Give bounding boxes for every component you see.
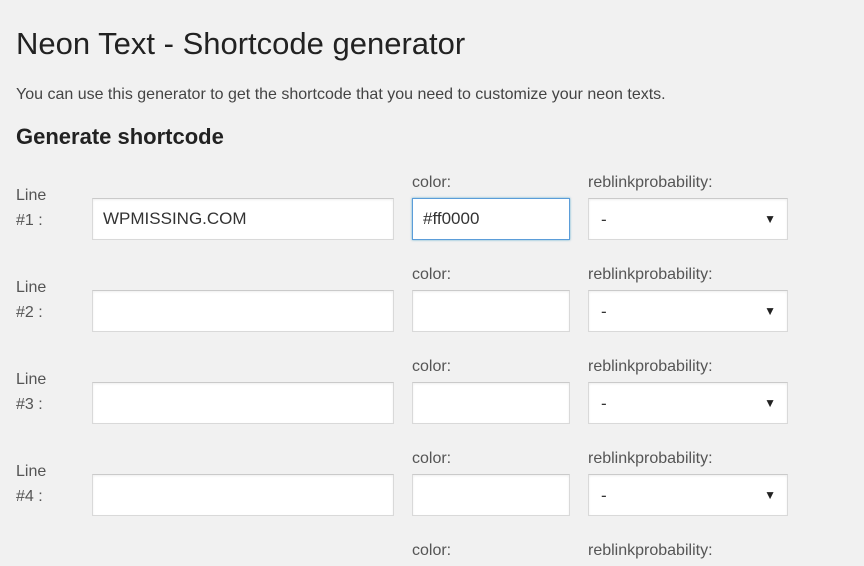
cutoff-row: color: reblinkprobability:: [16, 542, 848, 566]
intro-text: You can use this generator to get the sh…: [16, 86, 848, 104]
reblink-label: reblinkprobability:: [588, 450, 788, 468]
color-label: color:: [412, 174, 570, 192]
reblink-label: reblinkprobability:: [588, 174, 788, 192]
line-label-a: Line: [16, 459, 74, 485]
line-label-a: Line: [16, 275, 74, 301]
color-label: color:: [412, 542, 570, 560]
line-row: Line #4 : color: reblinkprobability: - ▼: [16, 450, 848, 516]
line-label-b: #2 :: [16, 300, 74, 326]
reblink-select[interactable]: -: [588, 382, 788, 424]
reblink-label: reblinkprobability:: [588, 358, 788, 376]
line-label-b: #4 :: [16, 484, 74, 510]
line-label-b: #1 :: [16, 208, 74, 234]
section-title: Generate shortcode: [16, 124, 848, 150]
line-label-b: #3 :: [16, 392, 74, 418]
reblink-select[interactable]: -: [588, 474, 788, 516]
line-text-input[interactable]: [92, 474, 394, 516]
line-label-a: Line: [16, 183, 74, 209]
color-label: color:: [412, 450, 570, 468]
reblink-label: reblinkprobability:: [588, 542, 788, 560]
color-label: color:: [412, 266, 570, 284]
page-title: Neon Text - Shortcode generator: [16, 26, 848, 62]
line-row: Line #2 : color: reblinkprobability: - ▼: [16, 266, 848, 332]
line-label: Line #2 :: [16, 275, 74, 332]
line-label: Line #4 :: [16, 459, 74, 516]
reblink-select[interactable]: -: [588, 290, 788, 332]
line-text-input[interactable]: [92, 382, 394, 424]
reblink-label: reblinkprobability:: [588, 266, 788, 284]
line-label: Line #3 :: [16, 367, 74, 424]
line-row: Line #3 : color: reblinkprobability: - ▼: [16, 358, 848, 424]
line-text-input[interactable]: [92, 198, 394, 240]
line-text-input[interactable]: [92, 290, 394, 332]
color-input[interactable]: [412, 474, 570, 516]
color-input[interactable]: [412, 382, 570, 424]
color-input[interactable]: [412, 198, 570, 240]
color-label: color:: [412, 358, 570, 376]
reblink-select[interactable]: -: [588, 198, 788, 240]
line-label-a: Line: [16, 367, 74, 393]
line-label: Line #1 :: [16, 183, 74, 240]
color-input[interactable]: [412, 290, 570, 332]
line-row: Line #1 : color: reblinkprobability: - ▼: [16, 174, 848, 240]
